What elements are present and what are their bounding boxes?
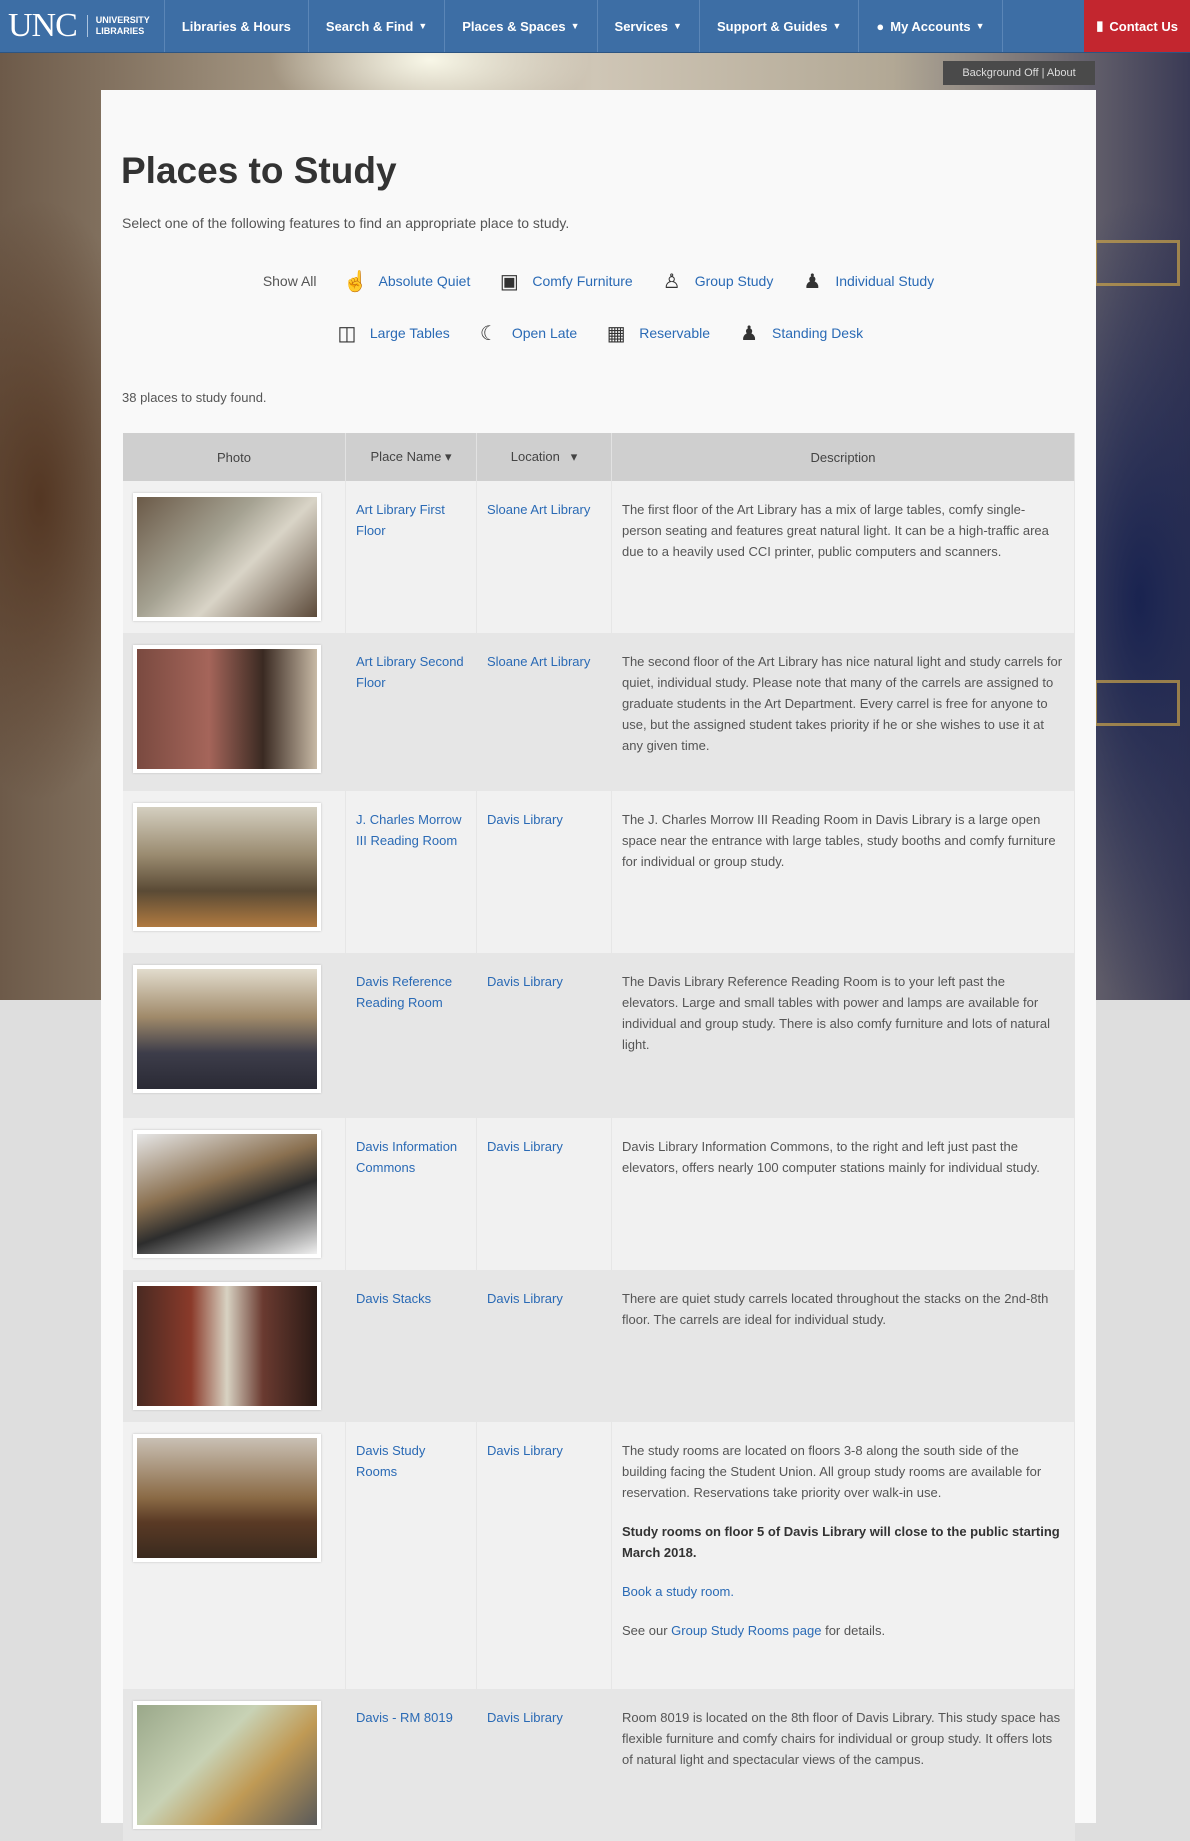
filter-comfy-furniture[interactable]: ▣ Comfy Furniture [496,268,633,294]
filter-open-late[interactable]: ☾ Open Late [476,320,577,346]
nav-my-accounts[interactable]: ● My Accounts ▼ [859,0,1003,52]
filter-large-tables[interactable]: ◫ Large Tables [334,320,449,346]
content-panel: Places to Study Select one of the follow… [101,90,1096,1841]
moon-icon: ☾ [479,322,498,345]
nav-support-guides[interactable]: Support & Guides ▼ [700,0,860,52]
place-description: The Davis Library Reference Reading Room… [611,953,1075,1118]
main-navbar: UNC UNIVERSITY LIBRARIES Libraries & Hour… [0,0,1190,53]
location-link[interactable]: Davis Library [476,1422,612,1689]
place-name-link[interactable]: Davis - RM 8019 [345,1689,477,1841]
place-photo[interactable] [133,645,321,773]
group-icon: ♙ [662,270,681,293]
header-photo: Photo [123,433,346,481]
logo-text: UNC [8,7,78,44]
caret-down-icon: ▼ [673,21,682,31]
place-photo[interactable] [133,1434,321,1562]
place-name-link[interactable]: Davis Study Rooms [345,1422,477,1689]
header-location[interactable]: Location ▾ [476,433,612,481]
place-description: There are quiet study carrels located th… [611,1270,1075,1422]
place-name-link[interactable]: Davis Reference Reading Room [345,953,477,1118]
page-intro: Select one of the following features to … [122,215,570,231]
place-name-link[interactable]: Davis Stacks [345,1270,477,1422]
location-link[interactable]: Sloane Art Library [476,481,612,633]
logo-subtext: UNIVERSITY LIBRARIES [86,15,150,37]
group-study-rooms-link[interactable]: Group Study Rooms page [671,1623,821,1638]
header-place-name[interactable]: Place Name ▾ [345,433,477,481]
places-table: Photo Place Name ▾ Location ▾ Descriptio… [123,433,1075,1841]
background-decoration [1094,240,1180,286]
location-link[interactable]: Davis Library [476,1118,612,1270]
table-row: Davis Information Commons Davis Library … [123,1118,1075,1270]
filter-absolute-quiet[interactable]: ☝ Absolute Quiet [343,268,470,294]
place-description: The study rooms are located on floors 3-… [611,1422,1075,1689]
place-name-link[interactable]: J. Charles Morrow III Reading Room [345,791,477,953]
table-row: Davis Stacks Davis Library There are qui… [123,1270,1075,1422]
location-link[interactable]: Sloane Art Library [476,633,612,791]
caret-down-icon: ▼ [975,21,985,31]
caret-down-icon: ▼ [570,21,580,31]
nav-places-spaces[interactable]: Places & Spaces ▼ [445,0,598,52]
nav-services[interactable]: Services ▼ [598,0,700,52]
table-row: Davis - RM 8019 Davis Library Room 8019 … [123,1689,1075,1841]
place-description: The second floor of the Art Library has … [611,633,1075,791]
caret-down-icon: ▼ [832,21,842,31]
calendar-icon: ▦ [606,322,626,345]
chat-icon: ▮ [1096,18,1104,33]
place-name-link[interactable]: Davis Information Commons [345,1118,477,1270]
location-link[interactable]: Davis Library [476,953,612,1118]
nav-libraries-hours[interactable]: Libraries & Hours [165,0,309,52]
filter-group-study[interactable]: ♙ Group Study [659,268,774,294]
table-row: J. Charles Morrow III Reading Room Davis… [123,791,1075,953]
place-name-link[interactable]: Art Library Second Floor [345,633,477,791]
nav-search-find[interactable]: Search & Find ▼ [309,0,446,52]
filter-reservable[interactable]: ▦ Reservable [603,320,710,346]
shush-icon: ☝ [343,270,368,293]
sort-icon: ▾ [444,449,452,464]
place-name-link[interactable]: Art Library First Floor [345,481,477,633]
book-study-room-link[interactable]: Book a study room. [622,1584,734,1599]
background-toggle[interactable]: Background Off | About [943,61,1095,85]
armchair-icon: ▣ [499,270,519,293]
table-icon: ◫ [337,322,357,345]
user-icon: ● [876,18,885,34]
caret-down-icon: ▼ [418,21,428,31]
location-link[interactable]: Davis Library [476,791,612,953]
contact-us-button[interactable]: ▮ Contact Us [1084,0,1190,52]
filter-show-all[interactable]: Show All [263,273,317,289]
place-description: The J. Charles Morrow III Reading Room i… [611,791,1075,953]
header-description: Description [611,433,1075,481]
place-description: Davis Library Information Commons, to th… [611,1118,1075,1270]
unc-logo[interactable]: UNC UNIVERSITY LIBRARIES [0,0,165,52]
place-description: Room 8019 is located on the 8th floor of… [611,1689,1075,1841]
table-row: Art Library First Floor Sloane Art Libra… [123,481,1075,633]
table-row: Art Library Second Floor Sloane Art Libr… [123,633,1075,791]
table-row: Davis Reference Reading Room Davis Libra… [123,953,1075,1118]
place-photo[interactable] [133,1130,321,1258]
standing-icon: ♟ [740,322,758,345]
filter-standing-desk[interactable]: ♟ Standing Desk [736,320,863,346]
location-link[interactable]: Davis Library [476,1689,612,1841]
place-photo[interactable] [133,803,321,931]
place-photo[interactable] [133,1282,321,1410]
page-title: Places to Study [121,150,397,191]
feature-filters: Show All ☝ Absolute Quiet ▣ Comfy Furnitur… [101,255,1096,359]
closure-notice: Study rooms on floor 5 of Davis Library … [622,1524,1060,1560]
filter-individual-study[interactable]: ♟ Individual Study [799,268,934,294]
background-decoration [1094,680,1180,726]
place-description: The first floor of the Art Library has a… [611,481,1075,633]
person-icon: ♟ [803,270,822,293]
place-photo[interactable] [133,965,321,1093]
location-link[interactable]: Davis Library [476,1270,612,1422]
sort-icon: ▾ [570,449,578,464]
place-photo[interactable] [133,1701,321,1829]
place-photo[interactable] [133,493,321,621]
results-count: 38 places to study found. [122,390,267,405]
table-row: Davis Study Rooms Davis Library The stud… [123,1422,1075,1689]
